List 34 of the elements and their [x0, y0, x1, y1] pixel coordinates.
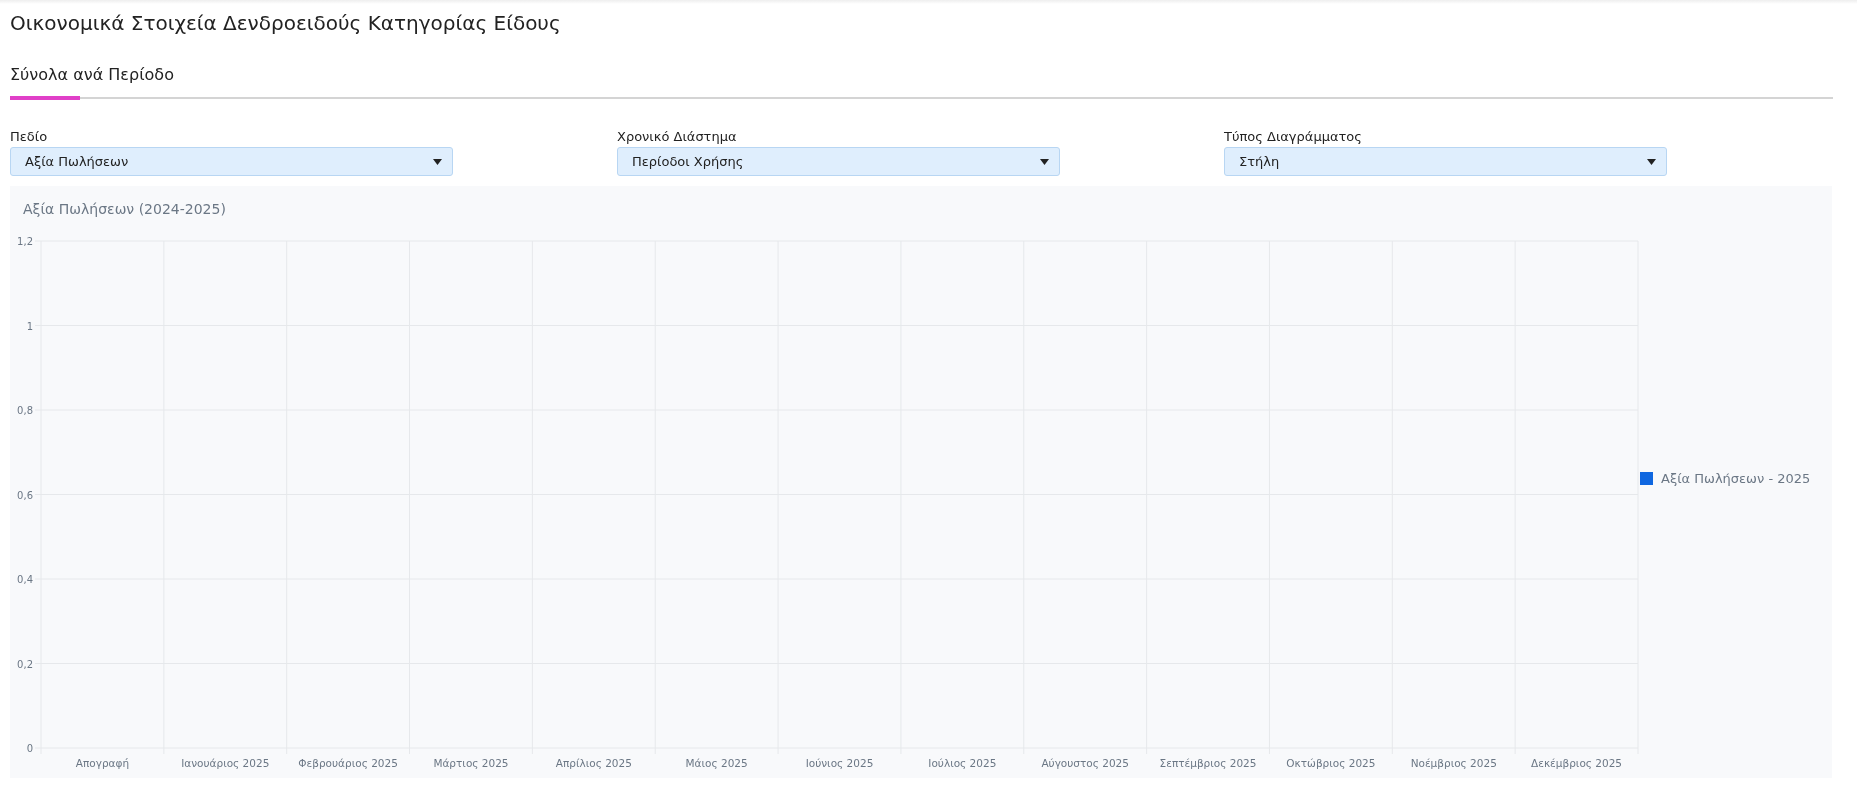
chart-title: Αξία Πωλήσεων (2024-2025)	[23, 201, 226, 217]
x-tick-label: Ιανουάριος 2025	[181, 757, 270, 769]
x-tick-label: Νοέμβριος 2025	[1410, 757, 1497, 769]
x-tick-label: Ιούλιος 2025	[928, 757, 997, 769]
x-tick-label: Απρίλιος 2025	[555, 757, 632, 769]
field-label: Τύπος Διαγράμματος	[1224, 129, 1363, 144]
caret-icon	[433, 158, 442, 165]
caret-icon	[1647, 158, 1656, 165]
dropdown[interactable]: Περίοδοι Χρήσης	[617, 147, 1060, 176]
y-tick-label: 0,4	[17, 574, 33, 585]
dropdown[interactable]: Στήλη	[1224, 147, 1667, 176]
x-tick-label: Απογραφή	[75, 757, 130, 769]
x-tick-label: Αύγουστος 2025	[1041, 757, 1129, 769]
x-tick-label: Μάρτιος 2025	[433, 757, 509, 769]
y-tick-label: 0,6	[17, 489, 33, 501]
x-tick-label: Φεβρουάριος 2025	[298, 757, 398, 769]
x-tick-label: Οκτώβριος 2025	[1286, 757, 1376, 769]
x-tick-label: Δεκέμβριος 2025	[1531, 757, 1623, 769]
x-tick-label: Ιούνιος 2025	[805, 757, 874, 769]
y-tick-label: 1,2	[17, 236, 33, 247]
x-tick-label: Σεπτέμβριος 2025	[1159, 757, 1257, 769]
y-tick-label: 0,2	[17, 658, 33, 670]
legend-label: Αξία Πωλήσεων - 2025	[1661, 471, 1811, 486]
y-tick-label: 0,8	[17, 405, 33, 416]
caret-icon	[1040, 158, 1049, 165]
tab[interactable]: Σύνολα ανά Περίοδο	[10, 65, 174, 100]
page-title: Οικονομικά Στοιχεία Δενδροειδούς Κατηγορίας Είδους	[10, 11, 562, 35]
legend-swatch	[1640, 472, 1653, 485]
y-tick-label: 0	[26, 743, 33, 754]
field-label: Χρονικό Διάστημα	[617, 129, 738, 144]
y-tick-label: 1	[26, 320, 33, 332]
dropdown[interactable]: Αξία Πωλήσεων	[10, 147, 453, 176]
field-label: Πεδίο	[10, 129, 49, 144]
x-tick-label: Μάιος 2025	[685, 757, 748, 769]
